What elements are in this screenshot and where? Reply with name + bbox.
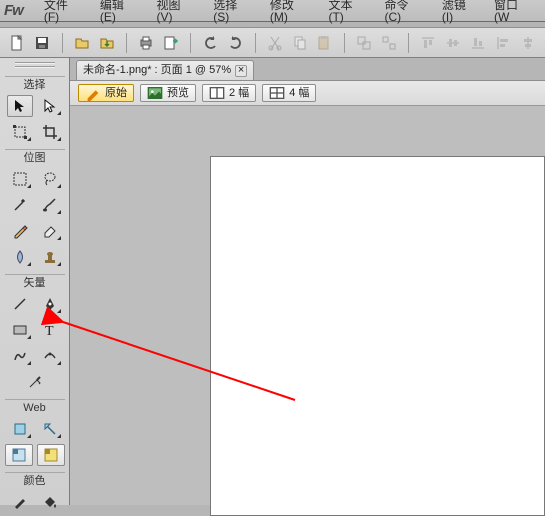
two-panes-icon <box>209 85 225 101</box>
toolbar-sep <box>408 33 409 53</box>
app-logo: Fw <box>4 3 23 18</box>
menu-window[interactable]: 窗口(W <box>485 0 541 23</box>
document-tab[interactable]: 未命名-1.png* : 页面 1 @ 57% × <box>76 60 254 80</box>
export-button[interactable] <box>162 32 181 54</box>
pen-tool[interactable] <box>37 293 63 315</box>
pencil-tool[interactable] <box>7 220 33 242</box>
redo-button[interactable] <box>226 32 245 54</box>
eraser-tool[interactable] <box>37 220 63 242</box>
group-button[interactable] <box>355 32 374 54</box>
menu-bar: Fw 文件(F) 编辑(E) 视图(V) 选择(S) 修改(M) 文本(T) 命… <box>0 0 545 22</box>
menu-select[interactable]: 选择(S) <box>204 0 261 23</box>
view-mode-label: 4 幅 <box>289 88 309 99</box>
align-vcenter-button[interactable] <box>444 32 463 54</box>
view-preview-button[interactable]: 预览 <box>140 84 196 102</box>
toolbar-sep <box>62 33 63 53</box>
tab-close-button[interactable]: × <box>235 65 247 77</box>
lasso-tool[interactable] <box>37 168 63 190</box>
open-button[interactable] <box>72 32 91 54</box>
section-colors: 颜色 <box>5 472 65 487</box>
print-button[interactable] <box>137 32 156 54</box>
section-select: 选择 <box>5 76 65 91</box>
hide-slices-button[interactable] <box>5 444 33 466</box>
ungroup-button[interactable] <box>379 32 398 54</box>
marquee-tool[interactable] <box>7 168 33 190</box>
menu-file[interactable]: 文件(F) <box>35 0 91 23</box>
freeform-tool[interactable] <box>7 345 33 367</box>
show-slices-button[interactable] <box>37 444 65 466</box>
knife-tool[interactable] <box>22 371 48 393</box>
align-bottom-button[interactable] <box>469 32 488 54</box>
blur-tool[interactable] <box>7 246 33 268</box>
menu-view[interactable]: 视图(V) <box>148 0 205 23</box>
copy-button[interactable] <box>290 32 309 54</box>
image-icon <box>147 85 163 101</box>
cut-button[interactable] <box>266 32 285 54</box>
view-original-button[interactable]: 原始 <box>78 84 134 102</box>
canvas-viewport[interactable] <box>70 106 545 505</box>
rubber-stamp-tool[interactable] <box>37 246 63 268</box>
tools-panel: 选择 位图 矢量 <box>0 58 70 505</box>
view-4up-button[interactable]: 4 幅 <box>262 84 316 102</box>
main-toolbar <box>0 28 545 58</box>
undo-button[interactable] <box>201 32 220 54</box>
section-vector: 矢量 <box>5 274 65 289</box>
view-mode-label: 预览 <box>167 88 189 99</box>
pointer-tool[interactable] <box>7 95 33 117</box>
scale-tool[interactable] <box>7 121 33 143</box>
svg-text:T: T <box>45 324 54 338</box>
section-web: Web <box>5 399 65 414</box>
toolbar-sep <box>344 33 345 53</box>
new-file-button[interactable] <box>8 32 27 54</box>
text-tool[interactable]: T <box>37 319 63 341</box>
document-tabs: 未命名-1.png* : 页面 1 @ 57% × <box>70 58 545 80</box>
save-button[interactable] <box>33 32 52 54</box>
view-mode-bar: 原始 预览 2 幅 4 幅 <box>70 80 545 106</box>
document-area: 未命名-1.png* : 页面 1 @ 57% × 原始 预览 2 幅 4 幅 <box>70 58 545 505</box>
tab-title: 未命名-1.png* : 页面 1 @ 57% <box>83 65 231 76</box>
crop-tool[interactable] <box>37 121 63 143</box>
view-mode-label: 2 幅 <box>229 88 249 99</box>
menu-edit[interactable]: 编辑(E) <box>91 0 148 23</box>
import-button[interactable] <box>97 32 116 54</box>
align-top-button[interactable] <box>419 32 438 54</box>
toolbar-sep <box>255 33 256 53</box>
toolbar-sep <box>190 33 191 53</box>
align-hcenter-button[interactable] <box>518 32 537 54</box>
view-2up-button[interactable]: 2 幅 <box>202 84 256 102</box>
canvas[interactable] <box>210 156 545 516</box>
pencil-icon <box>85 85 101 101</box>
paste-button[interactable] <box>315 32 334 54</box>
rectangle-tool[interactable] <box>7 319 33 341</box>
toolbar-sep <box>126 33 127 53</box>
brush-tool[interactable] <box>37 194 63 216</box>
menu-modify[interactable]: 修改(M) <box>261 0 320 23</box>
four-panes-icon <box>269 85 285 101</box>
magic-wand-tool[interactable] <box>7 194 33 216</box>
menu-text[interactable]: 文本(T) <box>319 0 375 23</box>
line-tool[interactable] <box>7 293 33 315</box>
stroke-color-tool[interactable] <box>7 491 33 513</box>
slice-tool[interactable] <box>37 418 63 440</box>
view-mode-label: 原始 <box>105 88 127 99</box>
hotspot-tool[interactable] <box>7 418 33 440</box>
panel-grip[interactable] <box>5 62 65 68</box>
section-bitmap: 位图 <box>5 149 65 164</box>
align-left-button[interactable] <box>493 32 512 54</box>
menu-filter[interactable]: 滤镜(I) <box>433 0 485 23</box>
menu-command[interactable]: 命令(C) <box>376 0 433 23</box>
reshape-tool[interactable] <box>37 345 63 367</box>
subselect-tool[interactable] <box>37 95 63 117</box>
fill-color-tool[interactable] <box>37 491 63 513</box>
